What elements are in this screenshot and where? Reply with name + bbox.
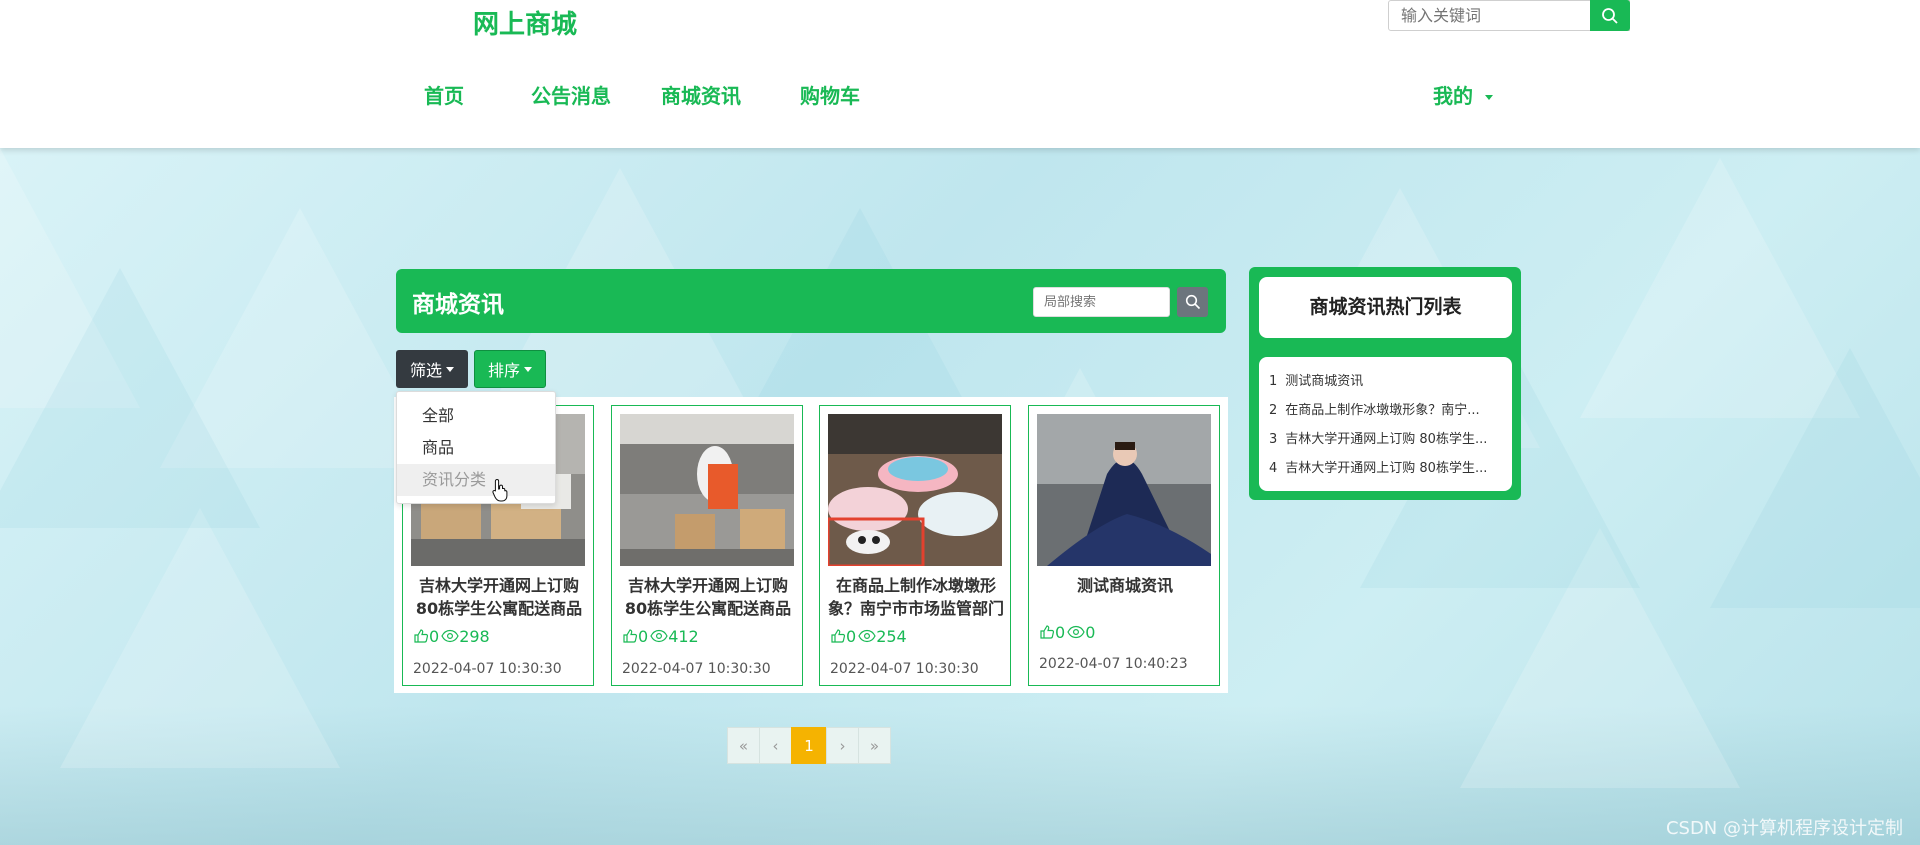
thumbs-up-icon[interactable] (1039, 624, 1055, 640)
view-count: 412 (668, 626, 699, 646)
nav-user-menu[interactable]: 我的 (1433, 80, 1493, 109)
local-search-input[interactable] (1034, 288, 1164, 316)
like-count: 0 (1055, 622, 1066, 642)
news-title[interactable]: 吉林大学开通网上订购80栋学生公寓配送商品 (411, 574, 587, 622)
hot-news-rank: 2 (1269, 403, 1278, 418)
news-stats: 0 298 (413, 626, 492, 646)
hot-news-list: 1 测试商城资讯 2 在商品上制作冰墩墩形象？南宁... 3 吉林大学开通网上订购 8… (1259, 357, 1512, 491)
hand-cursor-icon (492, 478, 508, 502)
nav-home[interactable]: 首页 (424, 80, 464, 109)
dropdown-item-all[interactable]: 全部 (397, 400, 555, 432)
view-count: 0 (1085, 622, 1096, 642)
eye-icon (858, 629, 876, 643)
site-brand[interactable]: 网上商城 (473, 4, 577, 41)
like-count: 0 (429, 626, 440, 646)
top-search-input[interactable] (1389, 1, 1589, 30)
page-next-button[interactable]: › (826, 727, 859, 764)
news-date: 2022-04-07 10:40:23 (1039, 656, 1188, 672)
nav-announcements[interactable]: 公告消息 (531, 80, 611, 109)
news-panel-header: 商城资讯 (396, 269, 1226, 333)
main-nav: 首页 公告消息 商城资讯 购物车 我的 (0, 80, 1920, 110)
page-current-button[interactable]: 1 (791, 727, 827, 764)
hot-news-item[interactable]: 1 测试商城资讯 (1269, 367, 1502, 396)
hot-news-item[interactable]: 2 在商品上制作冰墩墩形象？南宁... (1269, 396, 1502, 425)
news-stats: 0 0 (1039, 622, 1097, 642)
page-first-button[interactable]: « (727, 727, 760, 764)
hot-news-text: 在商品上制作冰墩墩形象？南宁... (1285, 403, 1480, 418)
page-prev-button[interactable]: ‹ (759, 727, 792, 764)
eye-icon (650, 629, 668, 643)
hot-news-rank: 1 (1269, 374, 1278, 389)
news-title[interactable]: 在商品上制作冰墩墩形象？南宁市市场监管部门 (828, 574, 1004, 622)
hot-news-item[interactable]: 4 吉林大学开通网上订购 80栋学生... (1269, 454, 1502, 483)
panel-title: 商城资讯 (412, 292, 504, 318)
news-date: 2022-04-07 10:30:30 (622, 661, 771, 677)
user-menu-label: 我的 (1433, 84, 1473, 108)
dropdown-item-news-category[interactable]: 资讯分类 (397, 464, 555, 496)
filter-dropdown-menu: 全部 商品 资讯分类 (396, 391, 556, 504)
hot-news-item[interactable]: 3 吉林大学开通网上订购 80栋学生... (1269, 425, 1502, 454)
eye-icon (441, 629, 459, 643)
local-search-button[interactable] (1177, 287, 1208, 317)
filter-dropdown-button[interactable]: 筛选 (396, 350, 468, 388)
nav-news[interactable]: 商城资讯 (661, 80, 741, 109)
news-title[interactable]: 测试商城资讯 (1037, 574, 1213, 622)
nav-cart[interactable]: 购物车 (800, 80, 860, 109)
hot-news-text: 吉林大学开通网上订购 80栋学生... (1285, 432, 1488, 447)
dropdown-item-goods[interactable]: 商品 (397, 432, 555, 464)
view-count: 254 (876, 626, 907, 646)
caret-down-icon (524, 366, 532, 372)
like-count: 0 (638, 626, 649, 646)
news-card[interactable]: 在商品上制作冰墩墩形象？南宁市市场监管部门 0 254 2022-04-07 1… (819, 405, 1011, 686)
filter-label: 筛选 (409, 361, 442, 380)
news-card[interactable]: 吉林大学开通网上订购80栋学生公寓配送商品 0 412 2022-04-07 1… (611, 405, 803, 686)
news-stats: 0 412 (622, 626, 701, 646)
top-header: 网上商城 首页 公告消息 商城资讯 购物车 我的 (0, 0, 1920, 148)
search-icon (1185, 294, 1200, 310)
news-title[interactable]: 吉林大学开通网上订购80栋学生公寓配送商品 (620, 574, 796, 622)
pagination: « ‹ 1 › » (727, 727, 891, 764)
news-thumbnail[interactable] (1037, 414, 1211, 566)
watermark: CSDN @计算机程序设计定制 (1665, 818, 1903, 839)
news-thumbnail[interactable] (828, 414, 1002, 566)
page-last-button[interactable]: » (858, 727, 891, 764)
local-search-box (1033, 287, 1170, 317)
hot-news-text: 吉林大学开通网上订购 80栋学生... (1285, 461, 1488, 476)
news-date: 2022-04-07 10:30:30 (413, 661, 562, 677)
hot-news-sidebar: 商城资讯热门列表 1 测试商城资讯 2 在商品上制作冰墩墩形象？南宁... 3 吉林大… (1249, 267, 1521, 500)
chevron-down-icon (1485, 95, 1493, 100)
top-search-button[interactable] (1590, 0, 1630, 31)
thumbs-up-icon[interactable] (413, 628, 429, 644)
sort-label: 排序 (487, 361, 520, 380)
like-count: 0 (846, 626, 857, 646)
sidebar-title: 商城资讯热门列表 (1259, 277, 1512, 338)
thumbs-up-icon[interactable] (830, 628, 846, 644)
news-stats: 0 254 (830, 626, 909, 646)
thumbs-up-icon[interactable] (622, 628, 638, 644)
eye-icon (1067, 625, 1085, 639)
search-icon (1602, 7, 1618, 24)
news-date: 2022-04-07 10:30:30 (830, 661, 979, 677)
news-card[interactable]: 测试商城资讯 0 0 2022-04-07 10:40:23 (1028, 405, 1220, 686)
hot-news-rank: 4 (1269, 461, 1278, 476)
hot-news-text: 测试商城资讯 (1285, 374, 1364, 389)
view-count: 298 (459, 626, 490, 646)
caret-down-icon (446, 366, 454, 372)
news-thumbnail[interactable] (620, 414, 794, 566)
hot-news-rank: 3 (1269, 432, 1278, 447)
sort-dropdown-button[interactable]: 排序 (474, 350, 546, 388)
